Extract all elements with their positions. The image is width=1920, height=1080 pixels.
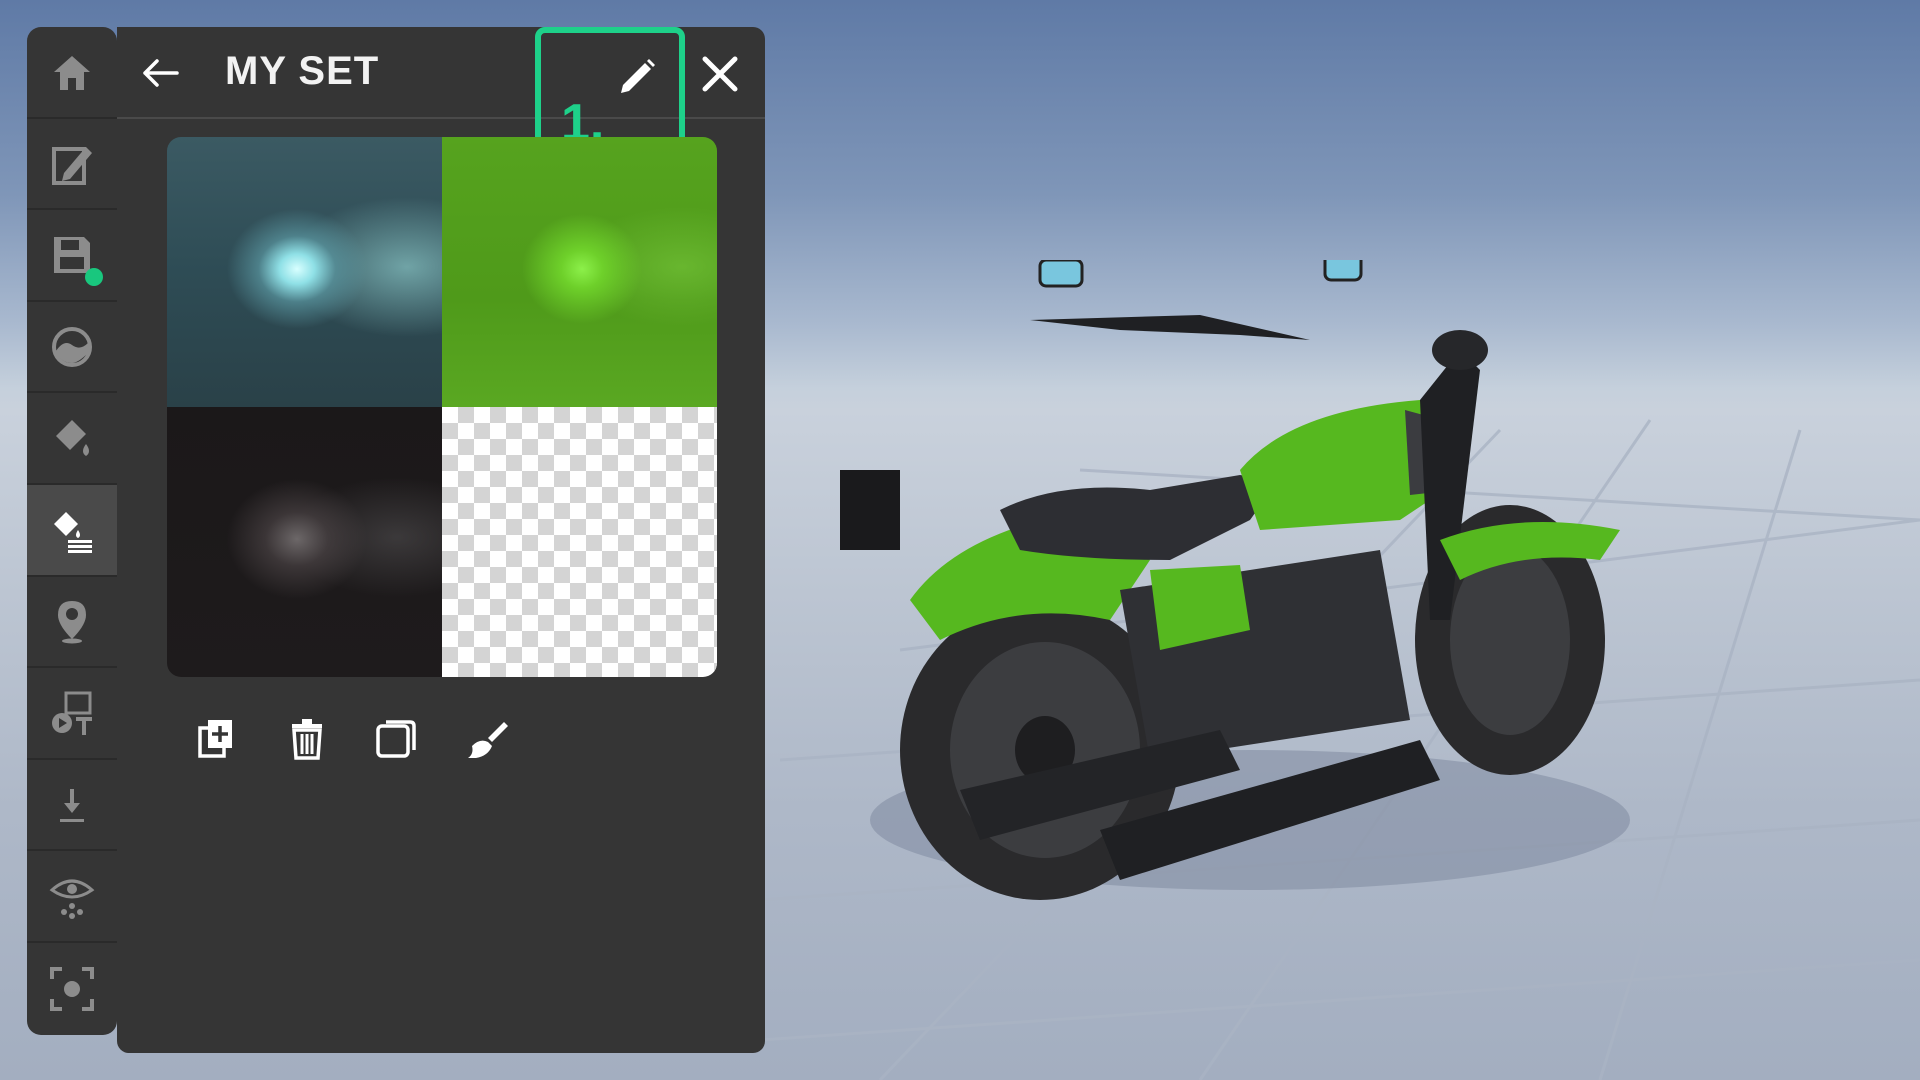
rail-item-edit[interactable] [27, 119, 117, 211]
pencil-icon [621, 59, 655, 93]
green-texture[interactable] [442, 137, 717, 407]
tool-rail [27, 27, 117, 1035]
panel-header: MY SET 1. [117, 27, 765, 159]
rail-item-media[interactable] [27, 668, 117, 760]
add-copy-button[interactable] [191, 713, 243, 765]
panel-title: MY SET [225, 49, 380, 93]
motorcycle-model[interactable] [820, 260, 1640, 920]
rail-item-download[interactable] [27, 760, 117, 852]
location-pin-icon [58, 601, 86, 644]
edit-document-icon [52, 147, 92, 186]
duplicate-button[interactable] [371, 713, 423, 765]
transparent-texture[interactable] [442, 407, 717, 677]
paint-bucket-icon [56, 420, 89, 457]
rail-item-environment[interactable] [27, 302, 117, 394]
brush-icon [468, 722, 508, 758]
rail-item-location[interactable] [27, 577, 117, 669]
status-dot [85, 267, 103, 286]
home-icon [54, 55, 90, 90]
add-copy-icon [198, 720, 232, 758]
close-button[interactable] [699, 53, 741, 95]
rail-item-save[interactable] [27, 210, 117, 302]
arrow-left-icon [143, 59, 179, 87]
media-text-icon [52, 691, 92, 735]
visibility-icon [49, 879, 95, 920]
back-button[interactable] [139, 51, 183, 95]
environment-icon [52, 326, 92, 367]
rail-item-visibility[interactable] [27, 851, 117, 943]
material-set-icon [54, 511, 92, 553]
rail-item-home[interactable] [27, 27, 117, 119]
duplicate-icon [376, 720, 416, 758]
dark-texture[interactable] [167, 407, 442, 677]
screenshot-focus-icon [50, 966, 94, 1011]
rail-item-material-set[interactable] [27, 484, 117, 577]
rail-item-paint[interactable] [27, 393, 117, 485]
delete-button[interactable] [281, 713, 333, 765]
brush-button[interactable] [461, 713, 513, 765]
teal-texture[interactable] [167, 137, 442, 407]
material-preview[interactable] [167, 137, 717, 677]
download-icon [60, 788, 84, 822]
rail-item-screenshot[interactable] [27, 943, 117, 1035]
trash-icon [292, 719, 322, 760]
close-icon [702, 56, 738, 92]
material-set-panel: MY SET 1. [117, 27, 765, 1053]
material-toolbar [191, 713, 513, 769]
